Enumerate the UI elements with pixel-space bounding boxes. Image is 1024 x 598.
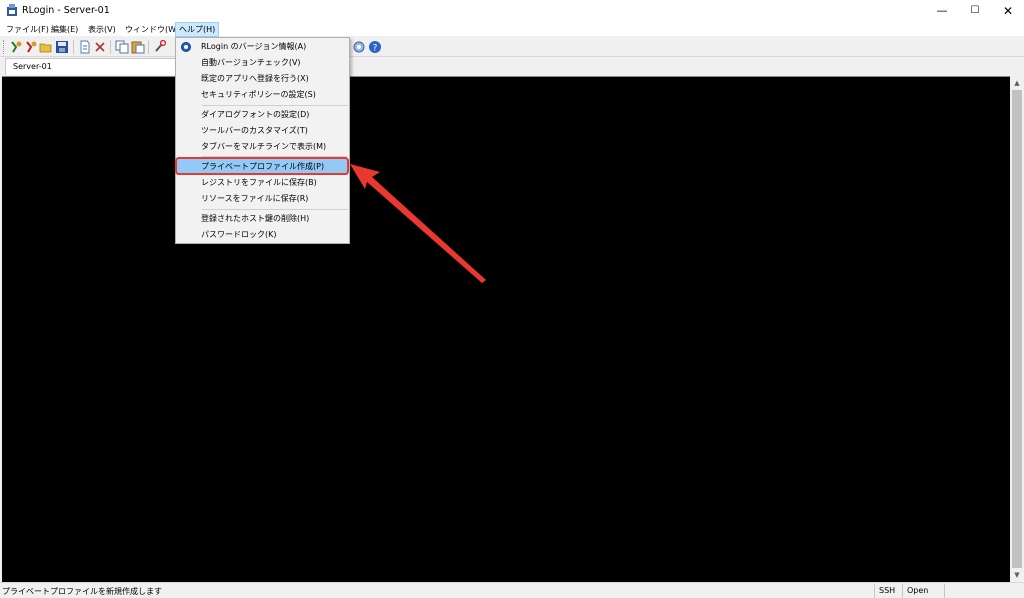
toolbar: ? [0,37,1024,57]
svg-text:?: ? [373,44,378,54]
save-icon[interactable] [55,40,69,54]
tools-icon[interactable] [153,40,167,54]
menu-item-label: ツールバーのカスタマイズ(T) [201,126,308,135]
minimize-button[interactable]: — [925,0,959,22]
menu-item-label: ダイアログフォントの設定(D) [201,110,310,119]
menu-item-security-policy[interactable]: セキュリティポリシーの設定(S) [177,87,348,103]
toolbar-grip[interactable] [3,40,5,54]
scroll-thumb[interactable] [1012,90,1022,568]
menu-item-multiline-tabbar[interactable]: タブバーをマルチラインで表示(M) [177,139,348,155]
status-empty-pane [944,584,1024,598]
menu-item-label: セキュリティポリシーの設定(S) [201,90,316,99]
menu-item-label: RLogin のバージョン情報(A) [201,42,307,51]
menu-edit[interactable]: 編集(E) [48,22,81,37]
menu-window[interactable]: ウィンドウ(W) [122,22,182,37]
menu-item-customize-toolbar[interactable]: ツールバーのカスタマイズ(T) [177,123,348,139]
maximize-button[interactable]: ☐ [958,0,992,22]
vertical-scrollbar[interactable]: ▲ ▼ [1010,76,1024,582]
menu-item-password-lock[interactable]: パスワードロック(K) [177,227,348,243]
new-connection-icon[interactable] [9,40,23,54]
menu-item-label: レジストリをファイルに保存(B) [201,178,317,187]
tab-bar: Server-01 [0,57,1024,76]
rlogin-info-icon [181,42,191,52]
toolbar-separator [148,40,149,54]
menu-item-delete-host-keys[interactable]: 登録されたホスト鍵の削除(H) [177,211,348,227]
close-button[interactable]: ✕ [991,0,1024,22]
window-title: RLogin - Server-01 [22,5,110,16]
menu-item-dialog-font[interactable]: ダイアログフォントの設定(D) [177,107,348,123]
copy-icon[interactable] [115,40,129,54]
open-folder-icon[interactable] [39,40,53,54]
menu-item-label: パスワードロック(K) [201,230,277,239]
settings-icon[interactable] [352,40,366,54]
scroll-down-icon[interactable]: ▼ [1010,568,1024,582]
menu-bar: ファイル(F) 編集(E) 表示(V) ウィンドウ(W) ヘルプ(H) [0,22,1024,37]
toolbar-separator [110,40,111,54]
terminal-area[interactable] [2,76,1010,582]
rlogin-app-icon [7,4,17,16]
help-dropdown-menu: RLogin のバージョン情報(A) 自動バージョンチェック(V) 既定のアプリ… [175,37,350,244]
reconnect-icon[interactable] [24,40,38,54]
menu-item-label: タブバーをマルチラインで表示(M) [201,142,327,151]
tab-label: Server-01 [13,62,52,71]
help-icon[interactable]: ? [368,40,382,54]
menu-item-auto-version-check[interactable]: 自動バージョンチェック(V) [177,55,348,71]
menu-item-label: リソースをファイルに保存(R) [201,194,309,203]
red-arrow-icon [350,164,486,283]
paste-icon[interactable] [131,40,145,54]
menu-separator [202,209,348,210]
menu-item-save-registry[interactable]: レジストリをファイルに保存(B) [177,175,348,191]
menu-item-register-default-app[interactable]: 既定のアプリへ登録を行う(X) [177,71,348,87]
menu-item-label: 登録されたホスト鍵の削除(H) [201,214,310,223]
menu-separator [202,105,348,106]
status-bar: プライベートプロファイルを新規作成します SSH Open [0,582,1024,598]
highlight-callout-box [175,157,349,175]
menu-file[interactable]: ファイル(F) [3,22,52,37]
title-bar: RLogin - Server-01 — ☐ ✕ [0,0,1024,22]
rlogin-window: RLogin - Server-01 — ☐ ✕ ファイル(F) 編集(E) 表… [0,0,1024,598]
menu-item-version-info[interactable]: RLogin のバージョン情報(A) [177,39,348,55]
document-icon[interactable] [78,40,92,54]
scroll-up-icon[interactable]: ▲ [1010,76,1024,90]
properties-icon[interactable] [93,40,107,54]
toolbar-separator [73,40,74,54]
menu-item-save-resource[interactable]: リソースをファイルに保存(R) [177,191,348,207]
menu-view[interactable]: 表示(V) [85,22,119,37]
menu-item-label: 既定のアプリへ登録を行う(X) [201,74,309,83]
menu-item-label: 自動バージョンチェック(V) [201,58,301,67]
status-connection-state: Open [902,584,942,598]
menu-help[interactable]: ヘルプ(H) [175,22,220,37]
status-message: プライベートプロファイルを新規作成します [2,587,162,596]
